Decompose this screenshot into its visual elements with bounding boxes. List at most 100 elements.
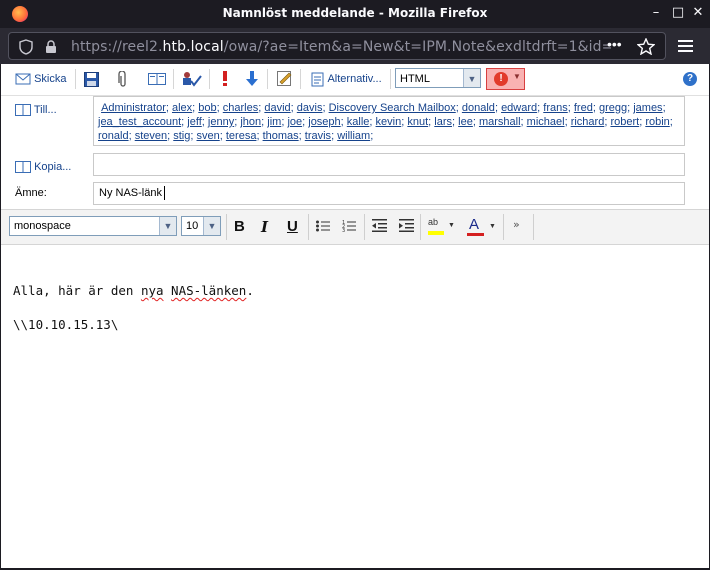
- recipient-link[interactable]: fred: [574, 102, 593, 114]
- recipient-link[interactable]: jhon: [240, 116, 261, 128]
- font-color-icon: A: [469, 216, 480, 233]
- recipient-link[interactable]: robert: [610, 116, 639, 128]
- recipient-link[interactable]: stig: [173, 130, 190, 142]
- close-button[interactable]: ✕: [690, 5, 706, 21]
- recipient-link[interactable]: richard: [571, 116, 605, 128]
- recipient-link[interactable]: donald: [462, 102, 495, 114]
- send-label: Skicka: [34, 73, 67, 85]
- italic-icon[interactable]: I: [261, 218, 268, 236]
- high-importance-icon[interactable]: [222, 71, 228, 87]
- body-line-1: Alla, här är den nya NAS-länken.: [13, 283, 254, 298]
- navigation-bar: https://reel2.htb.local/owa/?ae=Item&a=N…: [0, 28, 710, 64]
- toolbar-divider: [503, 214, 504, 240]
- recipient-link[interactable]: jim: [267, 116, 281, 128]
- font-color-swatch: [467, 233, 484, 236]
- shield-icon[interactable]: [19, 39, 33, 55]
- to-field[interactable]: Administrator; alex; bob; charles; david…: [93, 96, 685, 146]
- importance-button[interactable]: ! ▼: [486, 68, 525, 90]
- recipient-link[interactable]: bob: [198, 102, 216, 114]
- recipient-link[interactable]: kevin: [376, 116, 402, 128]
- underline-icon[interactable]: U: [287, 218, 298, 235]
- chevron-down-icon: ▼: [448, 222, 455, 229]
- message-body[interactable]: Alla, här är den nya NAS-länken. \\10.10…: [13, 282, 254, 333]
- recipient-link[interactable]: Discovery Search Mailbox: [329, 102, 456, 114]
- recipient-link[interactable]: knut: [407, 116, 428, 128]
- chevron-down-icon: ▼: [203, 217, 220, 235]
- toolbar-divider: [364, 214, 365, 240]
- recipient-link[interactable]: jenny: [208, 116, 234, 128]
- recipient-link[interactable]: Administrator: [101, 102, 166, 114]
- to-button[interactable]: Till...: [15, 104, 57, 117]
- recipient-link[interactable]: ronald: [98, 130, 129, 142]
- recipient-link[interactable]: robin: [645, 116, 669, 128]
- address-book-icon[interactable]: [148, 72, 166, 86]
- recipient-link[interactable]: jea_test_account: [98, 116, 181, 128]
- recipient-link[interactable]: steven: [135, 130, 167, 142]
- size-select[interactable]: 10 ▼: [181, 216, 221, 236]
- recipient-link[interactable]: lars: [434, 116, 452, 128]
- recipient-link[interactable]: jeff: [187, 116, 201, 128]
- bold-icon[interactable]: B: [234, 218, 245, 235]
- to-label: Till...: [33, 104, 57, 116]
- font-color-button[interactable]: A ▼: [467, 216, 497, 238]
- menu-icon[interactable]: [678, 39, 694, 53]
- recipient-link[interactable]: davis: [297, 102, 323, 114]
- toolbar-divider: [420, 214, 421, 240]
- recipient-link[interactable]: joe: [287, 116, 302, 128]
- owa-compose-page: Skicka Alternativ... HTML ▼ ! ▼ ? Till..…: [1, 64, 709, 568]
- bullet-list-icon[interactable]: [316, 220, 330, 232]
- page-actions-icon[interactable]: •••: [607, 36, 622, 52]
- font-select[interactable]: monospace ▼: [9, 216, 177, 236]
- recipient-link[interactable]: teresa: [226, 130, 257, 142]
- recipient-link[interactable]: james: [633, 102, 662, 114]
- recipient-link[interactable]: joseph: [308, 116, 340, 128]
- recipient-link[interactable]: lee: [458, 116, 473, 128]
- recipient-link[interactable]: alex: [172, 102, 192, 114]
- toolbar-divider: [209, 69, 210, 89]
- check-names-icon[interactable]: [182, 71, 202, 87]
- options-button[interactable]: Alternativ...: [311, 70, 382, 88]
- address-book-icon: [15, 104, 31, 117]
- send-button[interactable]: Skicka: [15, 70, 66, 88]
- recipient-link[interactable]: kalle: [347, 116, 370, 128]
- highlight-button[interactable]: ab ▼: [428, 217, 456, 237]
- maximize-button[interactable]: □: [670, 5, 686, 21]
- subject-field[interactable]: Ny NAS-länk: [93, 182, 685, 205]
- compose-toolbar: Skicka Alternativ... HTML ▼ ! ▼ ?: [1, 64, 709, 96]
- recipient-link[interactable]: marshall: [479, 116, 521, 128]
- low-importance-icon[interactable]: [246, 71, 258, 87]
- recipient-link[interactable]: william: [337, 130, 370, 142]
- recipient-link[interactable]: thomas: [263, 130, 299, 142]
- help-icon[interactable]: ?: [683, 72, 697, 86]
- recipient-link[interactable]: edward: [501, 102, 537, 114]
- increase-indent-icon[interactable]: [399, 219, 414, 232]
- address-bar[interactable]: https://reel2.htb.local/owa/?ae=Item&a=N…: [8, 32, 666, 60]
- attach-icon[interactable]: [118, 71, 128, 88]
- recipient-link[interactable]: charles: [223, 102, 258, 114]
- save-icon[interactable]: [84, 72, 99, 87]
- recipient-link[interactable]: frans: [543, 102, 567, 114]
- bookmark-star-icon[interactable]: [637, 38, 655, 55]
- lock-icon[interactable]: [45, 40, 57, 54]
- recipient-link[interactable]: travis: [305, 130, 331, 142]
- signature-icon[interactable]: [277, 71, 293, 87]
- formatting-toolbar: monospace ▼ 10 ▼ B I U 123 ab ▼ A ▼ »: [1, 209, 709, 245]
- cc-button[interactable]: Kopia...: [15, 161, 71, 174]
- send-icon: [15, 73, 31, 85]
- numbered-list-icon[interactable]: 123: [342, 219, 357, 233]
- minimize-button[interactable]: –: [648, 5, 664, 21]
- decrease-indent-icon[interactable]: [372, 219, 387, 232]
- more-options-icon[interactable]: »: [513, 218, 520, 231]
- size-select-value: 10: [186, 220, 199, 232]
- recipient-link[interactable]: gregg: [599, 102, 627, 114]
- cc-field[interactable]: [93, 153, 685, 176]
- chevron-down-icon: ▼: [159, 217, 176, 235]
- url-text[interactable]: https://reel2.htb.local/owa/?ae=Item&a=N…: [71, 39, 611, 55]
- svg-text:3: 3: [342, 228, 345, 233]
- recipient-link[interactable]: michael: [527, 116, 565, 128]
- format-select[interactable]: HTML ▼: [395, 68, 481, 88]
- toolbar-divider: [75, 69, 76, 89]
- recipient-link[interactable]: david: [264, 102, 290, 114]
- subject-value: Ny NAS-länk: [99, 187, 162, 199]
- recipient-link[interactable]: sven: [197, 130, 220, 142]
